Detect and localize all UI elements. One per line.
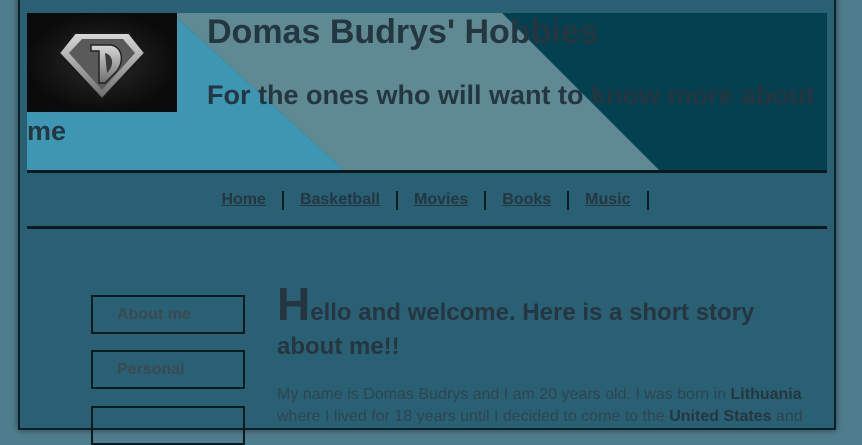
nav-movies-link[interactable]: Movies: [398, 191, 484, 209]
sidebar-item-label: Personal: [117, 361, 185, 378]
intro-text-end: and: [771, 408, 803, 425]
sidebar-item-label: [93, 417, 117, 434]
intro-country: Lithuania: [730, 386, 802, 403]
sidebar-item-next[interactable]: [91, 406, 245, 445]
nav-music-link[interactable]: Music: [569, 191, 646, 209]
welcome-heading: Hello and welcome. Here is a short story…: [277, 281, 817, 364]
page-container: Domas Budrys' Hobbies For the ones who w…: [18, 0, 836, 445]
intro-us: United States: [669, 408, 772, 425]
nav-separator: [646, 190, 649, 210]
sidebar-item-personal[interactable]: Personal: [91, 350, 245, 389]
main-nav: Home Basketball Movies Books Music: [27, 174, 827, 226]
intro-paragraph: My name is Domas Budrys and I am 20 year…: [277, 384, 817, 428]
nav-books-link[interactable]: Books: [486, 191, 567, 209]
site-title: Domas Budrys' Hobbies: [207, 13, 599, 51]
intro-text: My name is Domas Budrys and I am 20 year…: [277, 386, 731, 403]
nav-divider-bottom: [27, 226, 827, 229]
sidebar-item-label: About me: [117, 306, 191, 323]
intro-text-continued: where I lived for 18 years until I decid…: [277, 408, 670, 425]
nav-divider-top: [27, 170, 827, 173]
welcome-initial: H: [277, 278, 311, 330]
sidebar-item-about-me[interactable]: About me: [91, 295, 245, 334]
site-tagline: For the ones who will want to know more …: [27, 80, 815, 146]
site-header: Domas Budrys' Hobbies For the ones who w…: [27, 13, 827, 171]
nav-basketball-link[interactable]: Basketball: [284, 191, 396, 209]
welcome-text: ello and welcome. Here is a short story …: [277, 299, 755, 360]
nav-home-link[interactable]: Home: [206, 191, 282, 209]
